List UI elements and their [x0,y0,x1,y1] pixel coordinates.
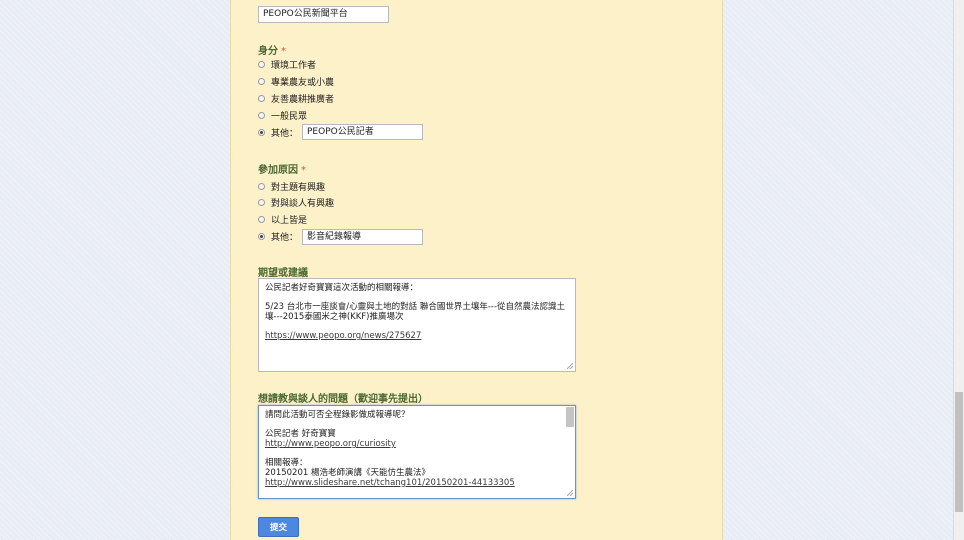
reason-option-0[interactable]: 對主題有興趣 [258,179,325,193]
resize-grip-icon[interactable] [567,363,573,369]
textarea-line: 請問此活動可否全程錄影做成報導呢？ [265,410,410,420]
radio-icon[interactable] [258,198,265,206]
textarea-link: http://www.peopo.org/curiosity [265,439,396,449]
identity-question-title: 身分 * [258,46,286,57]
required-mark: * [301,165,306,176]
radio-icon[interactable] [258,94,265,102]
questions-question-title: 想請教與談人的問題（歡迎事先提出） [258,394,428,405]
identity-option-0[interactable]: 環境工作者 [258,57,316,71]
textarea-line: 相關報導： [265,458,308,468]
textarea-line: 20150201 楊浩老師演講《天能仿生農法》 [265,468,430,478]
required-mark: * [281,46,286,57]
radio-icon[interactable] [258,182,265,190]
reason-question-title: 參加原因 * [258,165,306,176]
textarea-line: 5/23 台北市一座談會/心靈與土地的對話 聯合國世界土壤年---從自然農法認識… [265,302,566,322]
questions-textarea[interactable]: 請問此活動可否全程錄影做成報導呢？ 公民記者 好奇寶寶 http://www.p… [258,405,576,499]
organization-input[interactable]: PEOPO公民新聞平台 [258,6,389,23]
expectation-question-title: 期望或建議 [258,268,308,279]
textarea-line: 公民記者好奇寶寶這次活動的相關報導： [265,283,419,293]
radio-selected-icon[interactable] [258,128,265,136]
expectation-textarea[interactable]: 公民記者好奇寶寶這次活動的相關報導： 5/23 台北市一座談會/心靈與土地的對話… [258,278,576,372]
textarea-scrollbar[interactable] [566,407,574,427]
page-scrollbar[interactable] [953,0,964,540]
textarea-link: https://www.peopo.org/news/275627 [265,331,422,341]
submit-button[interactable]: 提交 [258,517,299,537]
reason-other-input[interactable]: 影音紀錄報導 [302,229,423,245]
textarea-link: http://www.slideshare.net/tchang101/2015… [265,478,515,488]
radio-selected-icon[interactable] [258,232,265,240]
resize-grip-icon[interactable] [567,490,573,496]
identity-option-3[interactable]: 一般民眾 [258,108,307,122]
identity-option-1[interactable]: 專業農友或小農 [258,74,334,88]
radio-icon[interactable] [258,111,265,119]
identity-other-input[interactable]: PEOPO公民記者 [302,124,423,140]
reason-option-other[interactable]: 其他： [258,229,298,243]
identity-option-other[interactable]: 其他： [258,125,298,139]
textarea-line: 公民記者 好奇寶寶 [265,429,336,439]
identity-option-2[interactable]: 友善農耕推廣者 [258,91,334,105]
reason-option-2[interactable]: 以上皆是 [258,212,307,226]
page-scrollbar-thumb[interactable] [955,392,963,512]
radio-icon[interactable] [258,60,265,68]
radio-icon[interactable] [258,215,265,223]
radio-icon[interactable] [258,77,265,85]
reason-option-1[interactable]: 對與談人有興趣 [258,195,334,209]
